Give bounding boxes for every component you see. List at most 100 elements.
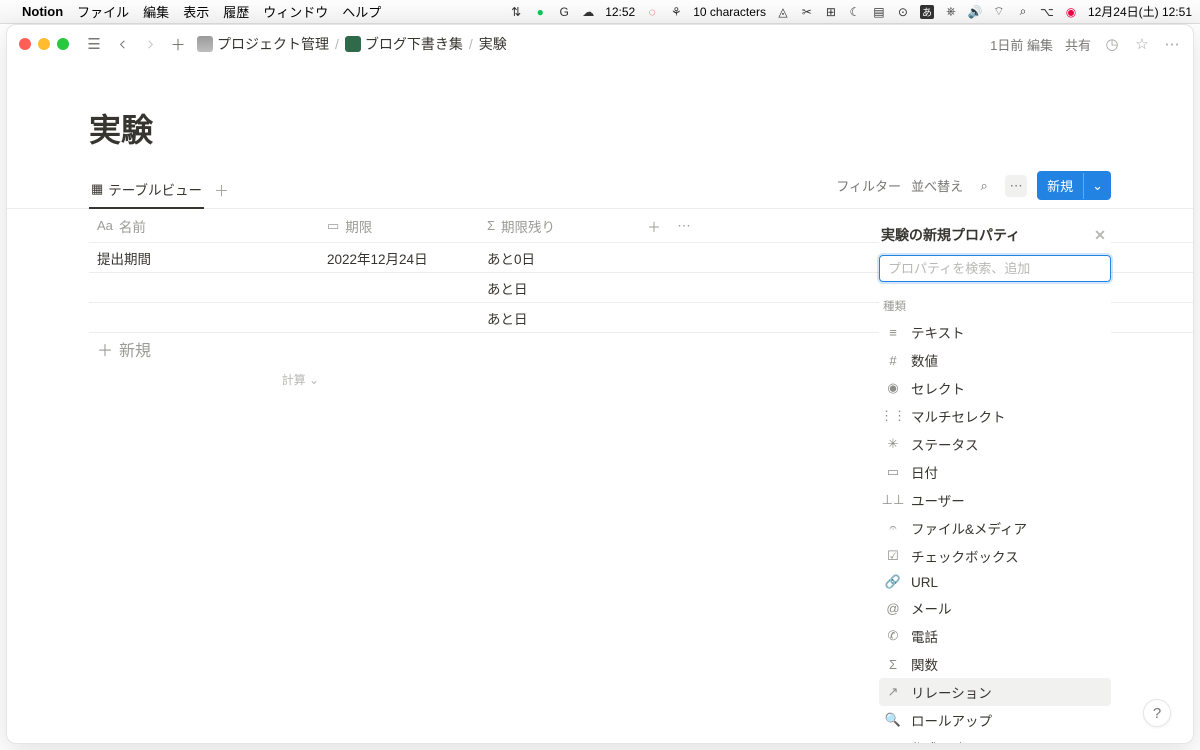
minimize-window[interactable] [38, 38, 50, 50]
sidebar-toggle-icon[interactable]: ☰ [85, 35, 103, 53]
property-type-ステータス[interactable]: ✳ステータス [879, 430, 1111, 458]
property-type-日付[interactable]: ▭日付 [879, 458, 1111, 486]
macos-menubar: Notion ファイル 編集 表示 履歴 ウィンドウ ヘルプ ⇅ ● G ☁ 1… [0, 0, 1200, 24]
breadcrumb: プロジェクト管理 / ブログ下書き集 / 実験 [197, 34, 507, 54]
menubar-time[interactable]: 12:52 [605, 5, 635, 19]
timer-icon[interactable]: ◌ [645, 5, 659, 19]
property-type-リレーション[interactable]: ↗リレーション [879, 678, 1111, 706]
column-options-button[interactable]: ⋯ [669, 218, 699, 234]
clipboard-icon[interactable]: ▤ [872, 5, 886, 19]
prop-type-label: チェックボックス [911, 546, 1019, 566]
favorite-icon[interactable]: ☆ [1133, 35, 1151, 53]
property-type-チェックボックス[interactable]: ☑チェックボックス [879, 542, 1111, 570]
grammarly-icon[interactable]: G [557, 5, 571, 19]
cell-date[interactable]: 2022年12月24日 [319, 248, 479, 268]
view-tabs: ▦ テーブルビュー ＋ フィルター 並べ替え ⌕ ⋯ 新規 ⌄ [7, 173, 1193, 209]
cell-remain[interactable]: あと日 [479, 278, 639, 298]
property-type-作成日時[interactable]: ◷作成日時 [879, 734, 1111, 744]
share-button[interactable]: 共有 [1065, 35, 1091, 54]
crumb-current[interactable]: 実験 [479, 34, 507, 54]
col-date[interactable]: ▭期限 [319, 216, 479, 236]
property-type-数値[interactable]: #数値 [879, 346, 1111, 374]
property-type-マルチセレクト[interactable]: ⋮⋮マルチセレクト [879, 402, 1111, 430]
menu-window[interactable]: ウィンドウ [263, 2, 328, 21]
grid-icon[interactable]: ⊞ [824, 5, 838, 19]
property-type-電話[interactable]: ✆電話 [879, 622, 1111, 650]
search-db-icon[interactable]: ⌕ [973, 175, 995, 197]
crumb-project[interactable]: プロジェクト管理 [197, 34, 329, 54]
control-center-icon[interactable]: ⌥ [1040, 5, 1054, 19]
new-record-button[interactable]: 新規 ⌄ [1037, 171, 1111, 200]
cloud-icon[interactable]: ☁ [581, 5, 595, 19]
filter-button[interactable]: フィルター [836, 176, 901, 195]
col-date-label: 期限 [345, 216, 372, 236]
close-window[interactable] [19, 38, 31, 50]
formula-prop-icon: Σ [487, 218, 495, 233]
prop-type-label: セレクト [911, 378, 965, 398]
updates-icon[interactable]: ◷ [1103, 35, 1121, 53]
chevron-down-icon[interactable]: ⌄ [1083, 173, 1111, 199]
col-name[interactable]: Aa名前 [89, 216, 319, 236]
dropbox-icon[interactable]: ⇅ [509, 5, 523, 19]
wifi-icon[interactable]: ⌔ [992, 5, 1006, 19]
search-icon[interactable]: ⌕ [1016, 5, 1030, 19]
prop-type-icon: 🔍 [885, 712, 901, 728]
nav-back-icon[interactable] [113, 35, 131, 53]
ime-icon[interactable]: あ [920, 5, 934, 19]
col-remain[interactable]: Σ期限残り [479, 216, 639, 236]
prop-type-icon: Σ [885, 657, 901, 672]
help-button[interactable]: ? [1143, 699, 1171, 727]
titlebar: ☰ ＋ プロジェクト管理 / ブログ下書き集 / 実験 1日前 編集 共有 ◷ … [7, 25, 1193, 63]
app-name[interactable]: Notion [22, 4, 63, 19]
property-type-テキスト[interactable]: ≡テキスト [879, 318, 1111, 346]
fullscreen-window[interactable] [57, 38, 69, 50]
add-column-button[interactable]: ＋ [639, 216, 669, 236]
new-property-panel: 実験の新規プロパティ ✕ 種類 ≡テキスト#数値◉セレクト⋮⋮マルチセレクト✳ス… [879, 221, 1111, 744]
cell-remain[interactable]: あと日 [479, 308, 639, 328]
leaf-icon[interactable]: ⚘ [669, 5, 683, 19]
prop-type-label: リレーション [911, 682, 992, 702]
property-search[interactable] [879, 255, 1111, 282]
property-type-セレクト[interactable]: ◉セレクト [879, 374, 1111, 402]
siri-icon[interactable]: ◉ [1064, 5, 1078, 19]
volume-icon[interactable]: 🔊 [968, 5, 982, 19]
property-search-input[interactable] [888, 261, 1102, 276]
prop-type-label: 電話 [911, 626, 938, 646]
menubar-date[interactable]: 12月24日(土) 12:51 [1088, 3, 1192, 20]
view-tab-label: テーブルビュー [108, 179, 202, 199]
char-count[interactable]: 10 characters [693, 5, 766, 19]
cell-remain[interactable]: あと0日 [479, 248, 639, 268]
moon-icon[interactable]: ☾ [848, 5, 862, 19]
view-tab-table[interactable]: ▦ テーブルビュー [89, 173, 204, 209]
property-type-メール[interactable]: @メール [879, 594, 1111, 622]
edited-label: 1日前 編集 [990, 35, 1053, 54]
crumb-blog[interactable]: ブログ下書き集 [345, 34, 463, 54]
nav-forward-icon[interactable] [141, 35, 159, 53]
more-icon[interactable]: ⋯ [1163, 35, 1181, 53]
tool-icon[interactable]: ✂ [800, 5, 814, 19]
property-type-ユーザー[interactable]: ⊥⊥ユーザー [879, 486, 1111, 514]
crumb-sep: / [335, 36, 339, 52]
sort-button[interactable]: 並べ替え [911, 176, 963, 195]
calculate-button[interactable]: 計算 ⌄ [89, 365, 319, 388]
cell-name[interactable]: 提出期間 [89, 248, 319, 268]
add-view-button[interactable]: ＋ [214, 180, 229, 201]
close-icon[interactable]: ✕ [1091, 226, 1109, 244]
play-icon[interactable]: ⊙ [896, 5, 910, 19]
triangle-icon[interactable]: ◬ [776, 5, 790, 19]
property-type-関数[interactable]: Σ関数 [879, 650, 1111, 678]
menu-history[interactable]: 履歴 [223, 2, 249, 21]
menu-view[interactable]: 表示 [183, 2, 209, 21]
new-tab-icon[interactable]: ＋ [169, 35, 187, 53]
view-options-icon[interactable]: ⋯ [1005, 175, 1027, 197]
menu-file[interactable]: ファイル [77, 2, 129, 21]
menu-edit[interactable]: 編集 [143, 2, 169, 21]
property-type-URL[interactable]: 🔗URL [879, 570, 1111, 594]
line-icon[interactable]: ● [533, 5, 547, 19]
bluetooth-icon[interactable]: ⎈ [944, 5, 958, 19]
property-type-ロールアップ[interactable]: 🔍ロールアップ [879, 706, 1111, 734]
property-type-ファイル&メディア[interactable]: 𝄐ファイル&メディア [879, 514, 1111, 542]
page-title[interactable]: 実験 [7, 87, 1193, 159]
menu-help[interactable]: ヘルプ [342, 2, 381, 21]
add-row-label: 新規 [119, 337, 151, 361]
